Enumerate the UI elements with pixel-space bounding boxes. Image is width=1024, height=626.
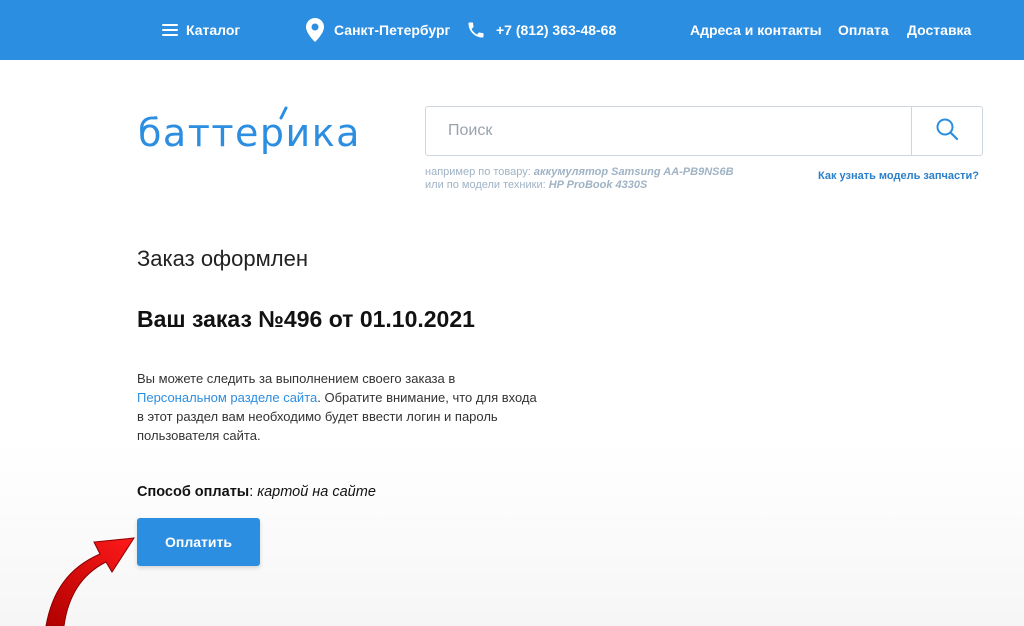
- order-title: Ваш заказ №496 от 01.10.2021: [137, 306, 475, 332]
- city-selector[interactable]: Санкт-Петербург: [306, 0, 450, 60]
- city-label: Санкт-Петербург: [334, 22, 451, 38]
- order-status: Заказ оформлен: [137, 246, 308, 271]
- search-box: [425, 106, 983, 156]
- search-hint-product-example[interactable]: аккумулятор Samsung AA-PB9NS6B: [534, 166, 734, 178]
- search-icon: [935, 117, 959, 146]
- nav-addresses[interactable]: Адреса и контакты: [690, 0, 822, 60]
- svg-text:баттерика: баттерика: [138, 111, 361, 155]
- catalog-button[interactable]: Каталог: [162, 0, 240, 60]
- top-bar: Каталог Санкт-Петербург +7 (812) 363-48-…: [0, 0, 1024, 60]
- payment-method-label: Способ оплаты: [137, 484, 250, 500]
- payment-method-value: картой на сайте: [257, 484, 376, 500]
- search-hint-model-example[interactable]: HP ProBook 4330S: [549, 179, 648, 191]
- phone-link[interactable]: +7 (812) 363-48-68: [466, 0, 616, 60]
- red-arrow-icon: [45, 537, 135, 626]
- personal-section-link[interactable]: Персональном разделе сайта: [137, 390, 317, 405]
- catalog-label: Каталог: [186, 22, 241, 38]
- site-logo[interactable]: баттерика: [136, 104, 386, 164]
- howto-model-link[interactable]: Как узнать модель запчасти?: [818, 170, 979, 182]
- nav-payment[interactable]: Оплата: [838, 0, 889, 60]
- logo-image: баттерика: [138, 106, 361, 155]
- search-hints: например по товару: аккумулятор Samsung …: [425, 166, 734, 192]
- phone-icon: [466, 20, 486, 40]
- search-hint-model: или по модели техники: HP ProBook 4330S: [425, 179, 648, 191]
- location-pin-icon: [306, 18, 324, 42]
- payment-method: Способ оплаты: картой на сайте: [137, 484, 376, 500]
- search-button[interactable]: [911, 107, 982, 155]
- menu-icon: [162, 24, 178, 36]
- nav-delivery[interactable]: Доставка: [907, 0, 971, 60]
- search-hint-product: например по товару: аккумулятор Samsung …: [425, 166, 734, 178]
- order-info-text: Вы можете следить за выполнением своего …: [137, 371, 537, 443]
- search-input[interactable]: [426, 107, 911, 155]
- phone-number: +7 (812) 363-48-68: [496, 22, 617, 38]
